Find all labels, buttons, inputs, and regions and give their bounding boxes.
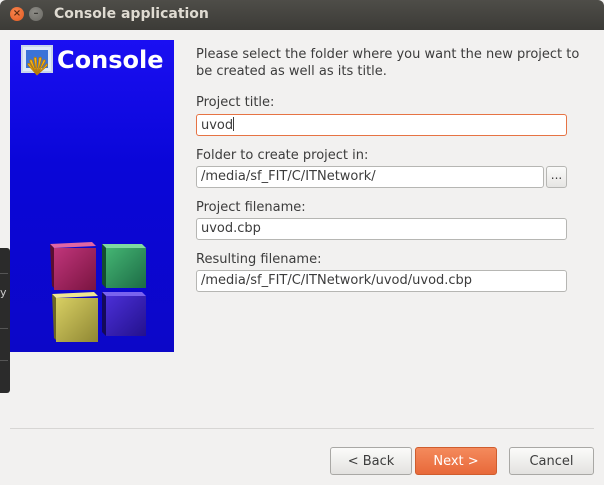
background-window-glyph: y — [0, 286, 7, 299]
button-separator — [10, 428, 594, 429]
cubes-logo — [50, 242, 146, 342]
wizard-intro-text: Please select the folder where you want … — [196, 47, 580, 79]
close-icon[interactable]: × — [10, 7, 24, 21]
project-title-value: uvod — [201, 118, 234, 133]
back-button[interactable]: < Back — [330, 447, 412, 475]
text-caret — [233, 117, 235, 131]
project-filename-label: Project filename: — [196, 200, 306, 215]
background-window-edge: y — [0, 248, 10, 393]
banner-heading: Console — [57, 46, 164, 74]
window-titlebar: × – Console application — [0, 0, 604, 30]
minimize-icon[interactable]: – — [29, 7, 43, 21]
cancel-button[interactable]: Cancel — [509, 447, 594, 475]
folder-label: Folder to create project in: — [196, 148, 369, 163]
project-title-input[interactable]: uvod — [196, 114, 567, 136]
codeblocks-logo-icon — [21, 45, 53, 76]
project-filename-input[interactable]: uvod.cbp — [196, 218, 567, 240]
resulting-filename-label: Resulting filename: — [196, 252, 322, 267]
window-title: Console application — [54, 6, 209, 22]
browse-folder-button[interactable]: ... — [546, 166, 567, 188]
next-button[interactable]: Next > — [415, 447, 497, 475]
wizard-banner-image: Console — [10, 40, 174, 352]
folder-input[interactable]: /media/sf_FIT/C/ITNetwork/ — [196, 166, 544, 188]
project-title-label: Project title: — [196, 95, 275, 110]
resulting-filename-field[interactable]: /media/sf_FIT/C/ITNetwork/uvod/uvod.cbp — [196, 270, 567, 292]
